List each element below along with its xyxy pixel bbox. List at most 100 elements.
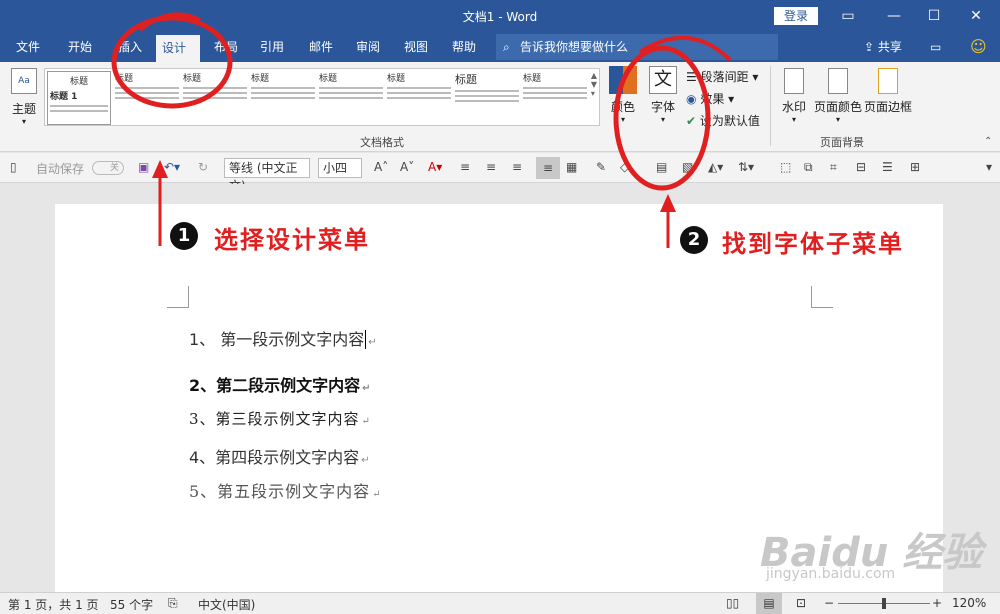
fonts-label: 字体	[650, 100, 675, 114]
document-format-gallery[interactable]: 标题 标题 1 标题 标题 标题 标题 标题 标题 标题 ▲ ▼ ▾	[44, 68, 600, 126]
tab-design[interactable]: 设计	[156, 35, 200, 62]
textbox-icon[interactable]: ▤	[656, 160, 667, 174]
styles-icon[interactable]: ⊞	[910, 160, 920, 174]
read-mode-icon[interactable]: ▯▯	[726, 596, 739, 610]
style-thumb-6[interactable]: 标题	[387, 71, 451, 125]
minimize-icon[interactable]: —	[874, 4, 914, 28]
shrink-font-icon[interactable]: A˅	[400, 160, 414, 174]
page-color-button[interactable]: 页面颜色 ▾	[814, 68, 862, 124]
zoom-out-icon[interactable]: −	[824, 596, 834, 610]
paragraph-text: 1、 第一段示例文字内容	[189, 330, 365, 349]
fonts-icon: 文	[649, 66, 677, 94]
login-button[interactable]: 登录	[774, 7, 818, 25]
fonts-button[interactable]: 文 字体 ▾	[646, 66, 680, 124]
zoom-slider-thumb[interactable]	[882, 598, 886, 609]
align-left-icon[interactable]: ≡	[460, 160, 470, 174]
align-center-icon[interactable]: ≡	[486, 160, 496, 174]
style-thumb-5[interactable]: 标题	[319, 71, 383, 125]
tab-review[interactable]: 审阅	[350, 32, 386, 62]
format-painter-icon[interactable]: ✎	[596, 160, 606, 174]
style-thumb-3[interactable]: 标题	[183, 71, 247, 125]
word-count[interactable]: 55 个字	[110, 596, 153, 613]
paragraph-1[interactable]: 1、 第一段示例文字内容 ↵	[189, 326, 377, 350]
style-thumb-8[interactable]: 标题	[523, 71, 587, 125]
share-label: 共享	[877, 40, 902, 54]
language[interactable]: 中文(中国)	[198, 596, 255, 613]
style-thumb-2[interactable]: 标题	[115, 71, 179, 125]
maximize-icon[interactable]: ☐	[914, 4, 954, 28]
tab-help[interactable]: 帮助	[446, 32, 482, 62]
autosave-toggle[interactable]: 关	[92, 161, 124, 175]
tab-mailings[interactable]: 邮件	[303, 32, 339, 62]
shape-icon[interactable]: ◇	[620, 160, 629, 174]
picture-icon[interactable]: ▧	[682, 160, 693, 174]
zoom-level[interactable]: 120%	[952, 596, 986, 610]
style-title-text: 标题	[251, 74, 270, 84]
line-spacing-icon[interactable]: ☰	[882, 160, 893, 174]
style-thumb-4[interactable]: 标题	[251, 71, 315, 125]
text-direction-icon[interactable]: ⇅▾	[738, 160, 754, 174]
undo-icon[interactable]: ↶▾	[164, 160, 180, 174]
font-family-select[interactable]: 等线 (中文正文)	[224, 158, 310, 193]
qat-more-icon[interactable]: ▾	[986, 160, 992, 174]
zoom-in-icon[interactable]: +	[932, 596, 942, 610]
smiley-icon[interactable]: ☺	[964, 32, 993, 62]
colors-button[interactable]: 颜色 ▾	[608, 66, 638, 124]
set-default-button[interactable]: ✔ 设为默认值	[686, 112, 760, 129]
themes-button[interactable]: Aa 主题 ▾	[8, 68, 40, 126]
gallery-scroll-icon[interactable]: ▲ ▼ ▾	[591, 71, 597, 98]
web-layout-icon[interactable]: ⊡	[796, 596, 806, 610]
style-thumb-7[interactable]: 标题	[455, 71, 519, 125]
print-layout-icon[interactable]: ▤	[756, 593, 782, 614]
paragraph-5[interactable]: 5、第五段示例文字内容 ↵	[189, 478, 382, 502]
align-right-icon[interactable]: ≡	[512, 160, 522, 174]
chart-icon[interactable]: ◭▾	[708, 160, 723, 174]
comments-icon[interactable]: ▭	[924, 32, 947, 62]
proofing-icon[interactable]: ⎘	[168, 596, 178, 611]
effects-button[interactable]: ◉ 效果 ▾	[686, 90, 734, 107]
redo-icon[interactable]: ↻	[198, 160, 208, 174]
font-color-icon[interactable]: A▾	[428, 160, 442, 174]
paragraph-4[interactable]: 4、第四段示例文字内容 ↵	[189, 444, 370, 468]
check-icon: ✔	[686, 114, 697, 128]
margin-corner	[167, 286, 189, 308]
font-size-select[interactable]: 小四	[318, 158, 362, 178]
paragraph-spacing-label: 段落间距	[700, 70, 749, 84]
doc-format-group-label: 文档格式	[360, 136, 404, 149]
grow-font-icon[interactable]: A˄	[374, 160, 388, 174]
justify-icon[interactable]: ≡	[536, 157, 560, 179]
page-color-icon	[828, 68, 848, 94]
page-count[interactable]: 第 1 页，共 1 页	[8, 596, 99, 613]
status-bar: 第 1 页，共 1 页 55 个字 ⎘ 中文(中国) ▯▯ ▤ ⊡ − + 12…	[0, 592, 1000, 614]
tab-home[interactable]: 开始	[62, 32, 98, 62]
tab-layout[interactable]: 布局	[208, 32, 244, 62]
arrange-icon[interactable]: ⧉	[804, 160, 813, 175]
paragraph-3[interactable]: 3、第三段示例文字内容 ↵	[189, 408, 371, 429]
page-color-label: 页面颜色	[814, 100, 863, 114]
tab-insert[interactable]: 插入	[112, 32, 148, 62]
step-2-badge: 2	[680, 226, 708, 254]
share-button[interactable]: ⇪ 共享	[858, 32, 908, 62]
save-icon[interactable]: ▣	[138, 160, 149, 174]
paragraph-2[interactable]: 2、第二段示例文字内容 ↵	[189, 372, 371, 396]
ribbon-display-icon[interactable]: ▭	[828, 4, 868, 28]
table-icon[interactable]: ▦	[566, 160, 577, 174]
search-placeholder: 告诉我你想要做什么	[520, 40, 629, 54]
select-icon[interactable]: ⬚	[780, 160, 791, 174]
style-thumb-1[interactable]: 标题 标题 1	[47, 71, 111, 125]
tab-references[interactable]: 引用	[254, 32, 290, 62]
wrap-icon[interactable]: ⊟	[856, 160, 866, 174]
watermark-button[interactable]: 水印 ▾	[776, 68, 812, 124]
font-size-value: 小四	[323, 161, 348, 175]
close-icon[interactable]: ✕	[956, 4, 996, 28]
page-border-button[interactable]: 页面边框	[864, 68, 912, 115]
tab-file[interactable]: 文件	[10, 32, 46, 62]
tell-me-search[interactable]: ⌕ 告诉我你想要做什么	[496, 34, 778, 60]
tab-view[interactable]: 视图	[398, 32, 434, 62]
style-title-text: 标题	[115, 74, 134, 84]
collapse-ribbon-icon[interactable]: ⌃	[984, 136, 992, 147]
paragraph-spacing-button[interactable]: ☰ 段落间距 ▾	[686, 68, 758, 85]
new-doc-icon[interactable]: ▯	[10, 160, 17, 174]
crop-icon[interactable]: ⌗	[830, 160, 837, 175]
autosave-label: 自动保存	[36, 162, 85, 176]
